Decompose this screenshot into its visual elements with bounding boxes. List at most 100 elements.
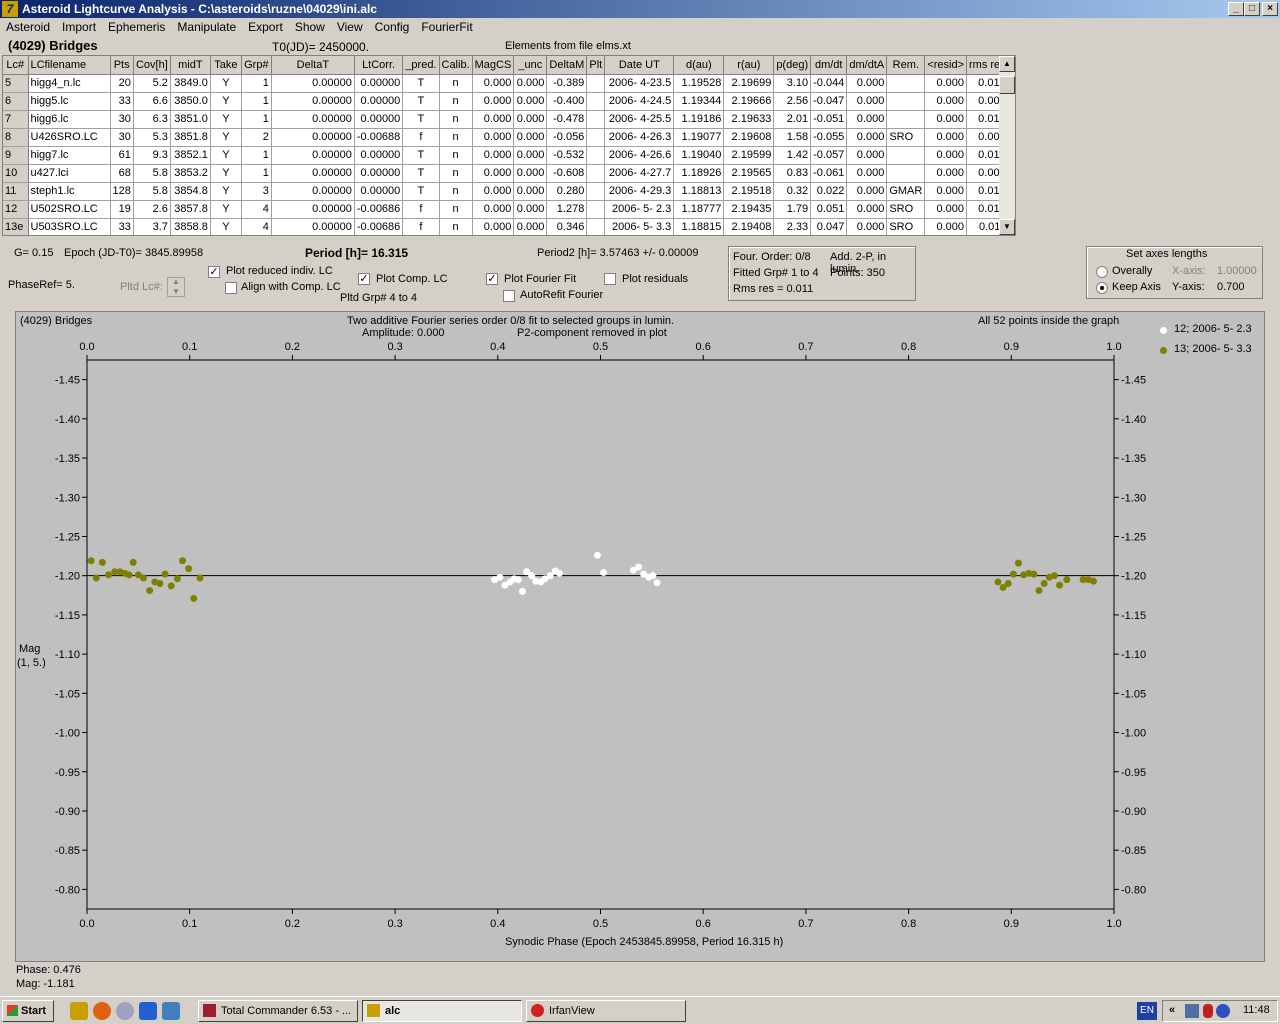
table-cell[interactable]: 2.19608 bbox=[723, 128, 775, 147]
table-cell[interactable]: T bbox=[402, 146, 440, 165]
table-cell[interactable]: higg7.lc bbox=[28, 146, 111, 165]
plot-residuals-checkbox[interactable] bbox=[604, 273, 616, 285]
table-row[interactable]: 5 higg4_n.lc 20 5.2 3849.0 Y 1 0.00000 0.00000 Tn… bbox=[3, 74, 1009, 93]
column-header[interactable]: LtCorr. bbox=[354, 56, 404, 75]
table-cell[interactable] bbox=[886, 92, 926, 111]
row-header[interactable]: 9 bbox=[3, 146, 29, 165]
table-cell[interactable]: 3849.0 bbox=[170, 74, 211, 93]
table-cell[interactable]: 20 bbox=[110, 74, 134, 93]
table-cell[interactable]: 0.000 bbox=[472, 74, 515, 93]
table-cell[interactable]: 2.19666 bbox=[723, 92, 775, 111]
table-cell[interactable]: 3854.8 bbox=[170, 182, 211, 201]
table-cell[interactable]: 0.000 bbox=[472, 218, 515, 235]
overally-radio[interactable] bbox=[1096, 266, 1108, 278]
table-cell[interactable]: 2.19408 bbox=[723, 218, 775, 235]
column-header[interactable]: _pred. bbox=[402, 56, 440, 75]
table-cell[interactable]: 0.000 bbox=[513, 146, 548, 165]
table-cell[interactable]: Y bbox=[210, 128, 242, 147]
table-cell[interactable]: higg5.lc bbox=[28, 92, 111, 111]
table-cell[interactable]: 61 bbox=[110, 146, 134, 165]
table-cell[interactable]: 0.00000 bbox=[271, 218, 355, 235]
mozilla-icon[interactable] bbox=[116, 1002, 134, 1020]
table-cell[interactable]: 2006- 4-25.5 bbox=[604, 110, 675, 129]
table-cell[interactable]: 2006- 4-27.7 bbox=[604, 164, 675, 183]
align-comp-checkbox[interactable] bbox=[225, 282, 237, 294]
table-row[interactable]: 12 U502SRO.LC 19 2.6 3857.8 Y 4 0.00000 -0.00686… bbox=[3, 200, 1009, 219]
column-header[interactable]: Grp# bbox=[241, 56, 272, 75]
table-cell[interactable]: 0.000 bbox=[513, 200, 548, 219]
table-cell[interactable]: 0.000 bbox=[472, 92, 515, 111]
table-cell[interactable]: 3851.8 bbox=[170, 128, 211, 147]
table-cell[interactable]: 0.00000 bbox=[354, 74, 404, 93]
y-axis-input[interactable]: 0.700 bbox=[1217, 281, 1245, 293]
table-cell[interactable]: 0.000 bbox=[846, 218, 888, 235]
menu-view[interactable]: View bbox=[331, 18, 369, 36]
table-row[interactable]: 7 higg6.lc 30 6.3 3851.0 Y 1 0.00000 0.00000 Tn 0.… bbox=[3, 110, 1009, 129]
table-cell[interactable]: 1.79 bbox=[773, 200, 812, 219]
table-cell[interactable]: 30 bbox=[110, 128, 134, 147]
table-cell[interactable]: Y bbox=[210, 74, 242, 93]
ie-icon[interactable] bbox=[139, 1002, 157, 1020]
table-cell[interactable]: Y bbox=[210, 92, 242, 111]
table-cell[interactable]: 1.19040 bbox=[673, 146, 725, 165]
table-cell[interactable]: 0.00000 bbox=[271, 74, 355, 93]
desktop-icon[interactable] bbox=[162, 1002, 180, 1020]
table-cell[interactable] bbox=[586, 74, 606, 93]
column-header[interactable]: Cov[h] bbox=[133, 56, 171, 75]
table-cell[interactable]: 0.000 bbox=[513, 74, 548, 93]
table-cell[interactable]: 1 bbox=[241, 110, 272, 129]
table-cell[interactable]: 1 bbox=[241, 74, 272, 93]
table-cell[interactable]: 3853.2 bbox=[170, 164, 211, 183]
table-cell[interactable]: 1.58 bbox=[773, 128, 812, 147]
table-cell[interactable]: 0.000 bbox=[472, 146, 515, 165]
table-cell[interactable] bbox=[586, 146, 606, 165]
table-cell[interactable] bbox=[886, 146, 926, 165]
table-cell[interactable] bbox=[886, 74, 926, 93]
tray-app-icon[interactable] bbox=[1216, 1004, 1230, 1018]
table-cell[interactable]: 0.00000 bbox=[271, 110, 355, 129]
table-cell[interactable]: 0.00000 bbox=[271, 128, 355, 147]
column-header[interactable]: DeltaT bbox=[271, 56, 355, 75]
row-header[interactable]: 13e bbox=[3, 218, 29, 235]
table-cell[interactable]: 128 bbox=[110, 182, 134, 201]
table-cell[interactable]: 2.19435 bbox=[723, 200, 775, 219]
table-cell[interactable]: 2006- 4-29.3 bbox=[604, 182, 675, 201]
table-cell[interactable]: 0.022 bbox=[810, 182, 848, 201]
close-button[interactable]: × bbox=[1262, 2, 1278, 16]
table-cell[interactable]: T bbox=[402, 182, 440, 201]
table-cell[interactable]: 0.00000 bbox=[271, 92, 355, 111]
table-cell[interactable]: 1.19528 bbox=[673, 74, 725, 93]
table-cell[interactable]: 1.18813 bbox=[673, 182, 725, 201]
column-header[interactable]: p(deg) bbox=[773, 56, 812, 75]
table-cell[interactable]: U426SRO.LC bbox=[28, 128, 111, 147]
task-total-commander[interactable]: Total Commander 6.53 - ... bbox=[198, 1000, 358, 1022]
table-cell[interactable]: -0.608 bbox=[546, 164, 588, 183]
table-cell[interactable]: 2.01 bbox=[773, 110, 812, 129]
x-axis-input[interactable]: 1.00000 bbox=[1217, 265, 1257, 277]
table-cell[interactable]: 3.7 bbox=[133, 218, 171, 235]
table-cell[interactable]: 2.19699 bbox=[723, 74, 775, 93]
pltd-lc-spinner[interactable]: ▲ ▼ bbox=[167, 277, 185, 297]
table-cell[interactable]: 0.000 bbox=[846, 128, 888, 147]
table-cell[interactable]: n bbox=[439, 218, 473, 235]
column-header[interactable]: MagCS bbox=[472, 56, 515, 75]
row-header[interactable]: 6 bbox=[3, 92, 29, 111]
table-cell[interactable]: GMAR bbox=[886, 182, 926, 201]
autorefit-checkbox[interactable] bbox=[503, 290, 515, 302]
table-cell[interactable]: Y bbox=[210, 110, 242, 129]
table-cell[interactable]: 0.00000 bbox=[354, 164, 404, 183]
table-cell[interactable]: SRO bbox=[886, 200, 926, 219]
column-header[interactable]: Date UT bbox=[604, 56, 675, 75]
table-cell[interactable]: 3857.8 bbox=[170, 200, 211, 219]
table-cell[interactable]: U502SRO.LC bbox=[28, 200, 111, 219]
column-header[interactable]: LCfilename bbox=[28, 56, 111, 75]
table-cell[interactable]: 2006- 4-24.5 bbox=[604, 92, 675, 111]
menu-export[interactable]: Export bbox=[242, 18, 289, 36]
scroll-up-icon[interactable]: ▲ bbox=[999, 56, 1015, 72]
table-cell[interactable]: 0.346 bbox=[546, 218, 588, 235]
table-cell[interactable]: -0.051 bbox=[810, 110, 848, 129]
table-cell[interactable]: T bbox=[402, 164, 440, 183]
table-cell[interactable] bbox=[586, 110, 606, 129]
table-cell[interactable]: 2006- 5- 2.3 bbox=[604, 200, 675, 219]
table-cell[interactable]: 1.18815 bbox=[673, 218, 725, 235]
